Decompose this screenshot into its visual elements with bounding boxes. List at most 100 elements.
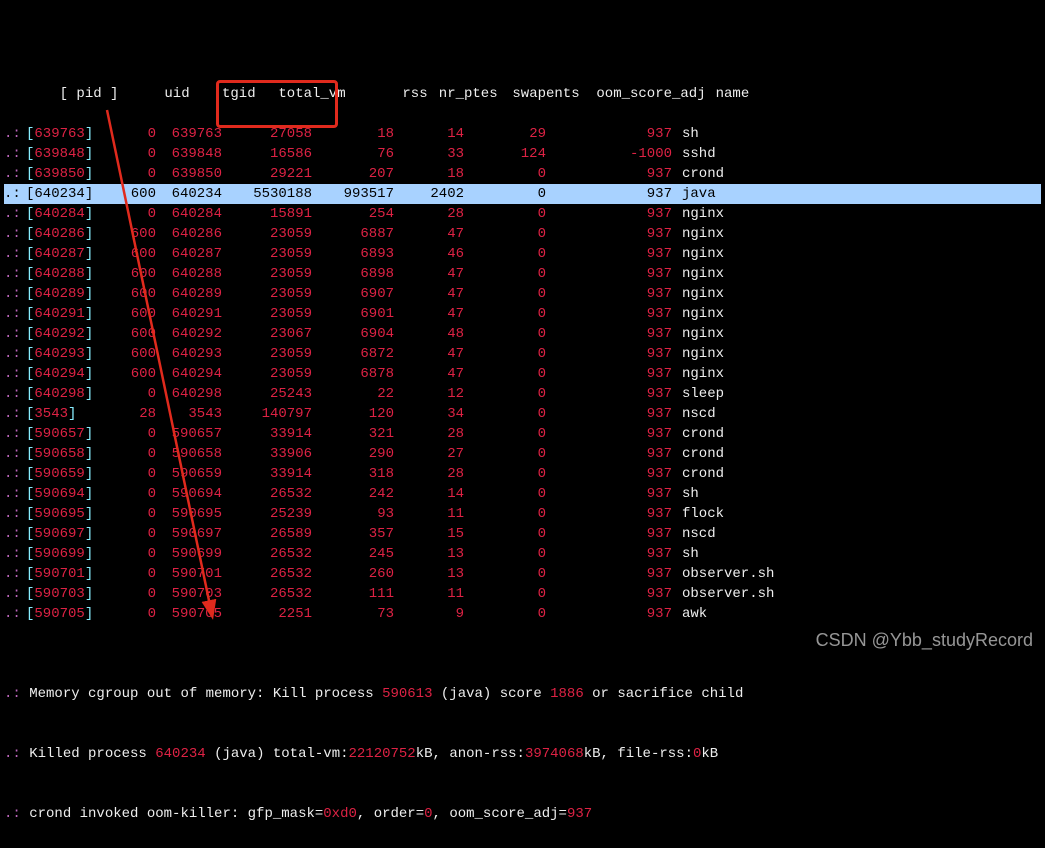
cell-nr-ptes: 13 (394, 564, 464, 584)
cell-tgid: 640298 (156, 384, 222, 404)
cell-oom-score-adj: 937 (546, 284, 672, 304)
cell-tgid: 640292 (156, 324, 222, 344)
cell-name: crond (672, 424, 724, 444)
cell-rss: 245 (312, 544, 394, 564)
cell-nr-ptes: 47 (394, 224, 464, 244)
cell-swapents: 0 (464, 324, 546, 344)
cell-name: sleep (672, 384, 724, 404)
cell-name: nginx (672, 304, 724, 324)
cell-uid: 0 (102, 564, 156, 584)
cell-rss: 242 (312, 484, 394, 504)
cell-oom-score-adj: 937 (546, 264, 672, 284)
cell-pid: 590701 (34, 566, 84, 582)
cell-total-vm: 2251 (222, 604, 312, 624)
cell-rss: 260 (312, 564, 394, 584)
cell-total-vm: 33914 (222, 424, 312, 444)
cell-total-vm: 23059 (222, 264, 312, 284)
cell-pid: 590694 (34, 486, 84, 502)
cell-oom-score-adj: 937 (546, 484, 672, 504)
cell-pid: 590658 (34, 446, 84, 462)
cell-oom-score-adj: 937 (546, 424, 672, 444)
cell-rss: 6898 (312, 264, 394, 284)
cell-uid: 0 (102, 504, 156, 524)
cell-rss: 6878 (312, 364, 394, 384)
cell-oom-score-adj: 937 (546, 384, 672, 404)
process-table-header: [ pid ]uidtgidtotal_vmrssnr_ptesswapents… (4, 64, 1041, 84)
cell-rss: 120 (312, 404, 394, 424)
cell-tgid: 590703 (156, 584, 222, 604)
process-row: .:[640298]06402982524322120937sleep (4, 384, 1041, 404)
cell-pid: 590695 (34, 506, 84, 522)
cell-tgid: 3543 (156, 404, 222, 424)
cell-tgid: 590697 (156, 524, 222, 544)
process-row: .:[640292]600640292230676904480937nginx (4, 324, 1041, 344)
cell-rss: 22 (312, 384, 394, 404)
cell-nr-ptes: 28 (394, 464, 464, 484)
cell-pid: 590703 (34, 586, 84, 602)
cell-oom-score-adj: 937 (546, 444, 672, 464)
cell-name: nscd (672, 524, 716, 544)
cell-oom-score-adj: 937 (546, 164, 672, 184)
cell-nr-ptes: 47 (394, 284, 464, 304)
cell-pid: 640294 (34, 366, 84, 382)
cell-name: observer.sh (672, 584, 774, 604)
header-swapents: swapents (498, 84, 580, 104)
cell-uid: 0 (102, 464, 156, 484)
cell-total-vm: 29221 (222, 164, 312, 184)
process-row: .:[590659]059065933914318280937crond (4, 464, 1041, 484)
cell-pid: 640284 (34, 206, 84, 222)
process-row: .:[640293]600640293230596872470937nginx (4, 344, 1041, 364)
cell-swapents: 0 (464, 424, 546, 444)
cell-nr-ptes: 2402 (394, 184, 464, 204)
process-row: .:[640284]064028415891254280937nginx (4, 204, 1041, 224)
header-rss: rss (346, 84, 428, 104)
cell-nr-ptes: 14 (394, 124, 464, 144)
cell-total-vm: 23059 (222, 304, 312, 324)
process-row: .:[640294]600640294230596878470937nginx (4, 364, 1041, 384)
cell-uid: 600 (102, 224, 156, 244)
cell-swapents: 0 (464, 304, 546, 324)
cell-oom-score-adj: 937 (546, 584, 672, 604)
cell-swapents: 0 (464, 524, 546, 544)
cell-oom-score-adj: 937 (546, 324, 672, 344)
cell-tgid: 639848 (156, 144, 222, 164)
cell-total-vm: 26532 (222, 564, 312, 584)
cell-swapents: 0 (464, 364, 546, 384)
cell-pid: 640292 (34, 326, 84, 342)
cell-nr-ptes: 28 (394, 204, 464, 224)
header-total-vm: total_vm (256, 84, 346, 104)
cell-oom-score-adj: 937 (546, 124, 672, 144)
cell-pid: 640298 (34, 386, 84, 402)
cell-oom-score-adj: 937 (546, 524, 672, 544)
cell-swapents: 0 (464, 184, 546, 204)
cell-tgid: 640288 (156, 264, 222, 284)
cell-rss: 6872 (312, 344, 394, 364)
cell-name: nginx (672, 364, 724, 384)
cell-pid: 640288 (34, 266, 84, 282)
cell-uid: 600 (102, 244, 156, 264)
cell-rss: 290 (312, 444, 394, 464)
cell-swapents: 0 (464, 544, 546, 564)
cell-swapents: 0 (464, 284, 546, 304)
cell-swapents: 29 (464, 124, 546, 144)
process-row: .:[639850]063985029221207180937crond (4, 164, 1041, 184)
cell-rss: 93 (312, 504, 394, 524)
cell-swapents: 0 (464, 504, 546, 524)
terminal-output: [ pid ]uidtgidtotal_vmrssnr_ptesswapents… (0, 0, 1045, 848)
cell-nr-ptes: 11 (394, 584, 464, 604)
cell-pid: 640234 (34, 186, 84, 202)
cell-total-vm: 15891 (222, 204, 312, 224)
cell-pid: 590697 (34, 526, 84, 542)
cell-name: nginx (672, 204, 724, 224)
cell-total-vm: 23059 (222, 364, 312, 384)
cell-total-vm: 23059 (222, 224, 312, 244)
cell-pid: 639848 (34, 146, 84, 162)
cell-nr-ptes: 47 (394, 304, 464, 324)
cell-pid: 640291 (34, 306, 84, 322)
cell-name: java (672, 184, 716, 204)
cell-oom-score-adj: 937 (546, 184, 672, 204)
cell-tgid: 590658 (156, 444, 222, 464)
cell-tgid: 590699 (156, 544, 222, 564)
cell-total-vm: 25239 (222, 504, 312, 524)
cell-tgid: 640286 (156, 224, 222, 244)
